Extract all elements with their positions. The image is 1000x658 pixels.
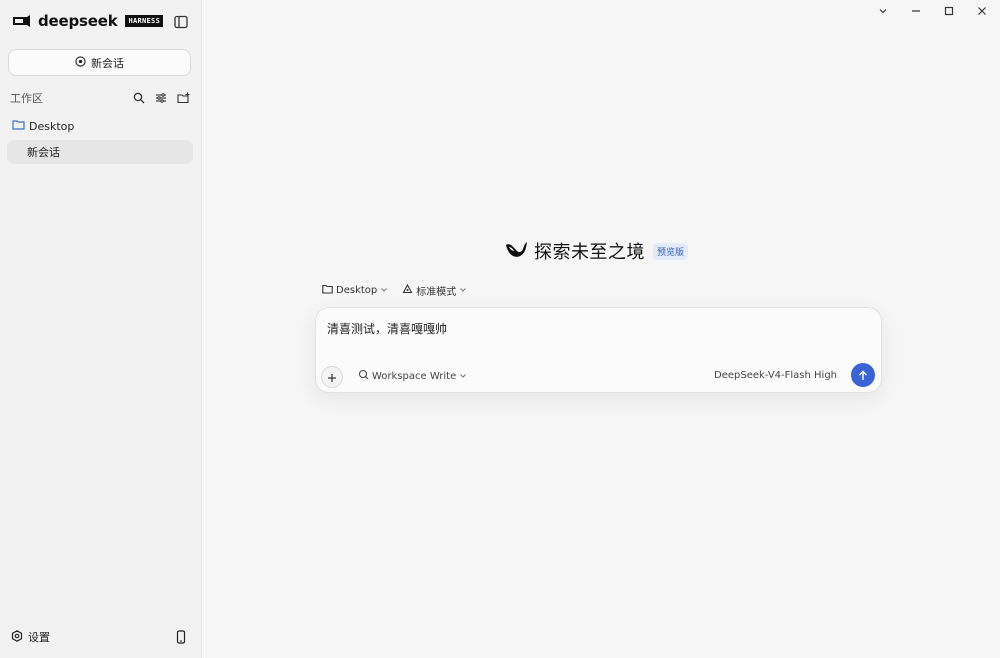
permission-mode-label: Workspace Write: [372, 370, 457, 382]
sliders-icon[interactable]: [155, 92, 167, 104]
gear-icon: [11, 629, 23, 645]
mode-selector[interactable]: 标准模式: [402, 283, 467, 298]
close-icon[interactable]: [974, 4, 990, 18]
workspace-selector-label: Desktop: [336, 285, 378, 296]
app-window: deepseek HARNESS 新会话 工作区 Desktop 新会话 设置 …: [0, 0, 1000, 658]
brand: deepseek HARNESS: [12, 12, 164, 30]
sidebar-toggle-icon[interactable]: [173, 14, 189, 30]
hero-title: 探索未至之境: [534, 242, 645, 263]
main-panel: 探索未至之境 预览版 Desktop 标准模式 清喜测试，清喜嘎嘎帅 Works…: [202, 0, 1000, 658]
folder-item-desktop[interactable]: Desktop: [12, 119, 74, 133]
search-icon[interactable]: [133, 92, 145, 104]
mode-selector-label: 标准模式: [416, 287, 457, 298]
deepseek-logo-icon: [12, 14, 32, 28]
settings-button[interactable]: 设置: [11, 629, 50, 645]
brand-name: deepseek: [38, 12, 118, 30]
message-input[interactable]: 清喜测试，清喜嘎嘎帅: [327, 320, 447, 337]
folder-icon: [12, 119, 25, 133]
folder-name: Desktop: [29, 119, 75, 133]
workspace-selector[interactable]: Desktop: [322, 284, 388, 297]
chat-list-item[interactable]: 新会话: [7, 140, 193, 164]
workspace-header: 工作区: [10, 90, 190, 106]
new-chat-button[interactable]: 新会话: [8, 49, 191, 76]
folder-icon: [322, 284, 333, 297]
send-button[interactable]: [851, 363, 875, 387]
chat-title: 新会话: [27, 146, 60, 159]
deepseek-whale-icon: [504, 239, 528, 263]
chevron-down-icon[interactable]: [875, 4, 891, 18]
model-selector[interactable]: DeepSeek-V4-Flash High: [714, 370, 837, 381]
shield-search-icon: [358, 369, 369, 383]
workspace-title: 工作区: [10, 92, 43, 105]
workspace-actions: [133, 92, 190, 104]
composer-options: Desktop 标准模式: [322, 283, 467, 298]
folder-plus-icon[interactable]: [177, 92, 190, 104]
phone-icon[interactable]: [176, 629, 186, 648]
plus-icon: [327, 368, 337, 387]
window-controls: [875, 4, 990, 18]
arrow-up-icon: [858, 366, 868, 385]
minimize-icon[interactable]: [908, 4, 924, 18]
brand-badge: HARNESS: [125, 15, 164, 27]
chevron-down-icon: [380, 285, 388, 296]
preview-badge: 预览版: [653, 242, 689, 260]
recycle-icon: [402, 283, 413, 298]
chevron-down-icon: [459, 371, 467, 382]
hero: 探索未至之境 预览版: [504, 238, 689, 264]
sidebar: deepseek HARNESS 新会话 工作区 Desktop 新会话 设置: [0, 0, 202, 658]
chevron-down-icon: [459, 285, 467, 296]
permission-mode-selector[interactable]: Workspace Write: [358, 369, 467, 383]
attach-button[interactable]: [321, 366, 343, 388]
message-composer: 清喜测试，清喜嘎嘎帅 Workspace Write DeepSeek-V4-F…: [315, 307, 882, 393]
new-chat-label: 新会话: [91, 56, 124, 70]
settings-label: 设置: [28, 631, 50, 644]
plus-circle-icon: [75, 55, 86, 70]
maximize-icon[interactable]: [941, 4, 957, 18]
